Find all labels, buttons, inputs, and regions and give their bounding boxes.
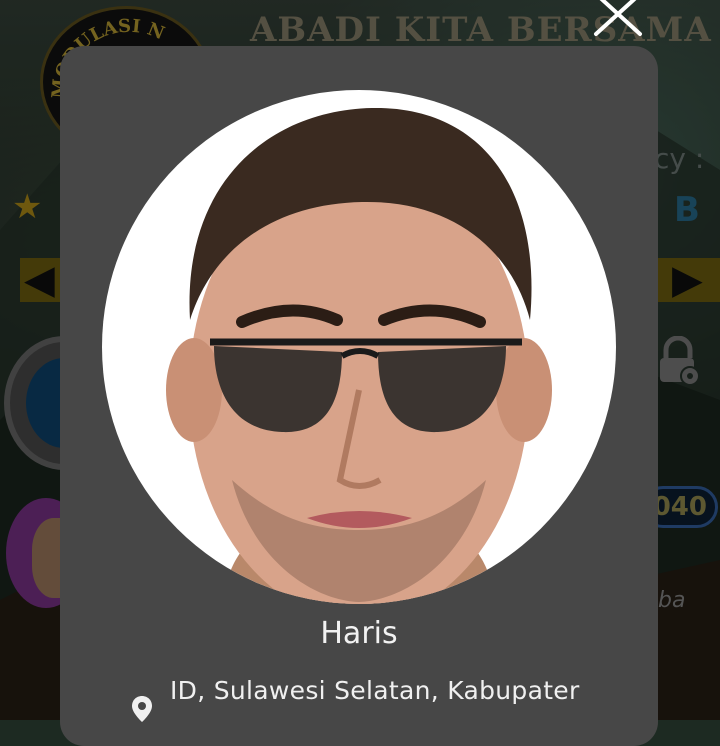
profile-location: ID, Sulawesi Selatan, Kabupater [170, 676, 580, 705]
profile-name: Haris [320, 616, 398, 651]
close-icon[interactable] [590, 0, 646, 38]
profile-photo [102, 90, 616, 604]
